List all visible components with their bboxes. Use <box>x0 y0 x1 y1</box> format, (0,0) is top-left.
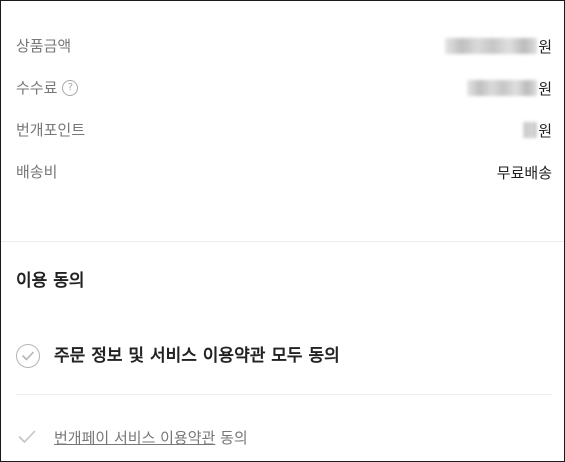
shipping-label: 배송비 <box>16 163 58 181</box>
product-amount-unit: 원 <box>538 37 552 56</box>
agree-suffix: 동의 <box>215 429 248 447</box>
price-summary: 상품금액 원 수수료 ? 원 번개포인트 원 배송비 무료배송 <box>1 1 564 241</box>
product-amount-value: 원 <box>445 34 552 58</box>
redacted-amount <box>445 38 538 54</box>
fee-row: 수수료 ? 원 <box>16 76 552 100</box>
points-label: 번개포인트 <box>16 121 86 139</box>
points-unit: 원 <box>538 121 552 140</box>
item-divider <box>16 394 552 395</box>
check-icon[interactable] <box>18 429 36 448</box>
product-amount-label: 상품금액 <box>16 37 72 55</box>
fee-label-group: 수수료 ? <box>16 76 79 100</box>
redacted-amount <box>523 122 538 138</box>
section-divider <box>1 241 564 242</box>
points-row: 번개포인트 원 <box>16 118 552 142</box>
shipping-value: 무료배송 <box>496 163 552 182</box>
fee-label: 수수료 <box>16 79 58 97</box>
product-amount-row: 상품금액 원 <box>16 34 552 58</box>
agree-all-label: 주문 정보 및 서비스 이용약관 모두 동의 <box>54 346 340 366</box>
terms-link[interactable]: 번개페이 서비스 이용약관 <box>54 429 215 447</box>
fee-unit: 원 <box>538 79 552 98</box>
question-circle-icon[interactable]: ? <box>62 80 79 96</box>
agree-terms-label: 번개페이 서비스 이용약관 동의 <box>54 427 248 449</box>
agree-terms-checkbox[interactable]: 번개페이 서비스 이용약관 동의 <box>18 427 248 449</box>
fee-value: 원 <box>467 76 552 100</box>
agree-all-checkbox[interactable]: 주문 정보 및 서비스 이용약관 모두 동의 <box>16 343 340 369</box>
points-value: 원 <box>523 118 552 142</box>
check-circle-icon[interactable] <box>16 344 40 368</box>
redacted-amount <box>467 80 538 96</box>
agreement-title: 이용 동의 <box>16 271 85 291</box>
order-summary-panel: 상품금액 원 수수료 ? 원 번개포인트 원 배송비 무료배송 이용 동의 주문… <box>0 0 565 462</box>
shipping-row: 배송비 무료배송 <box>16 160 552 184</box>
